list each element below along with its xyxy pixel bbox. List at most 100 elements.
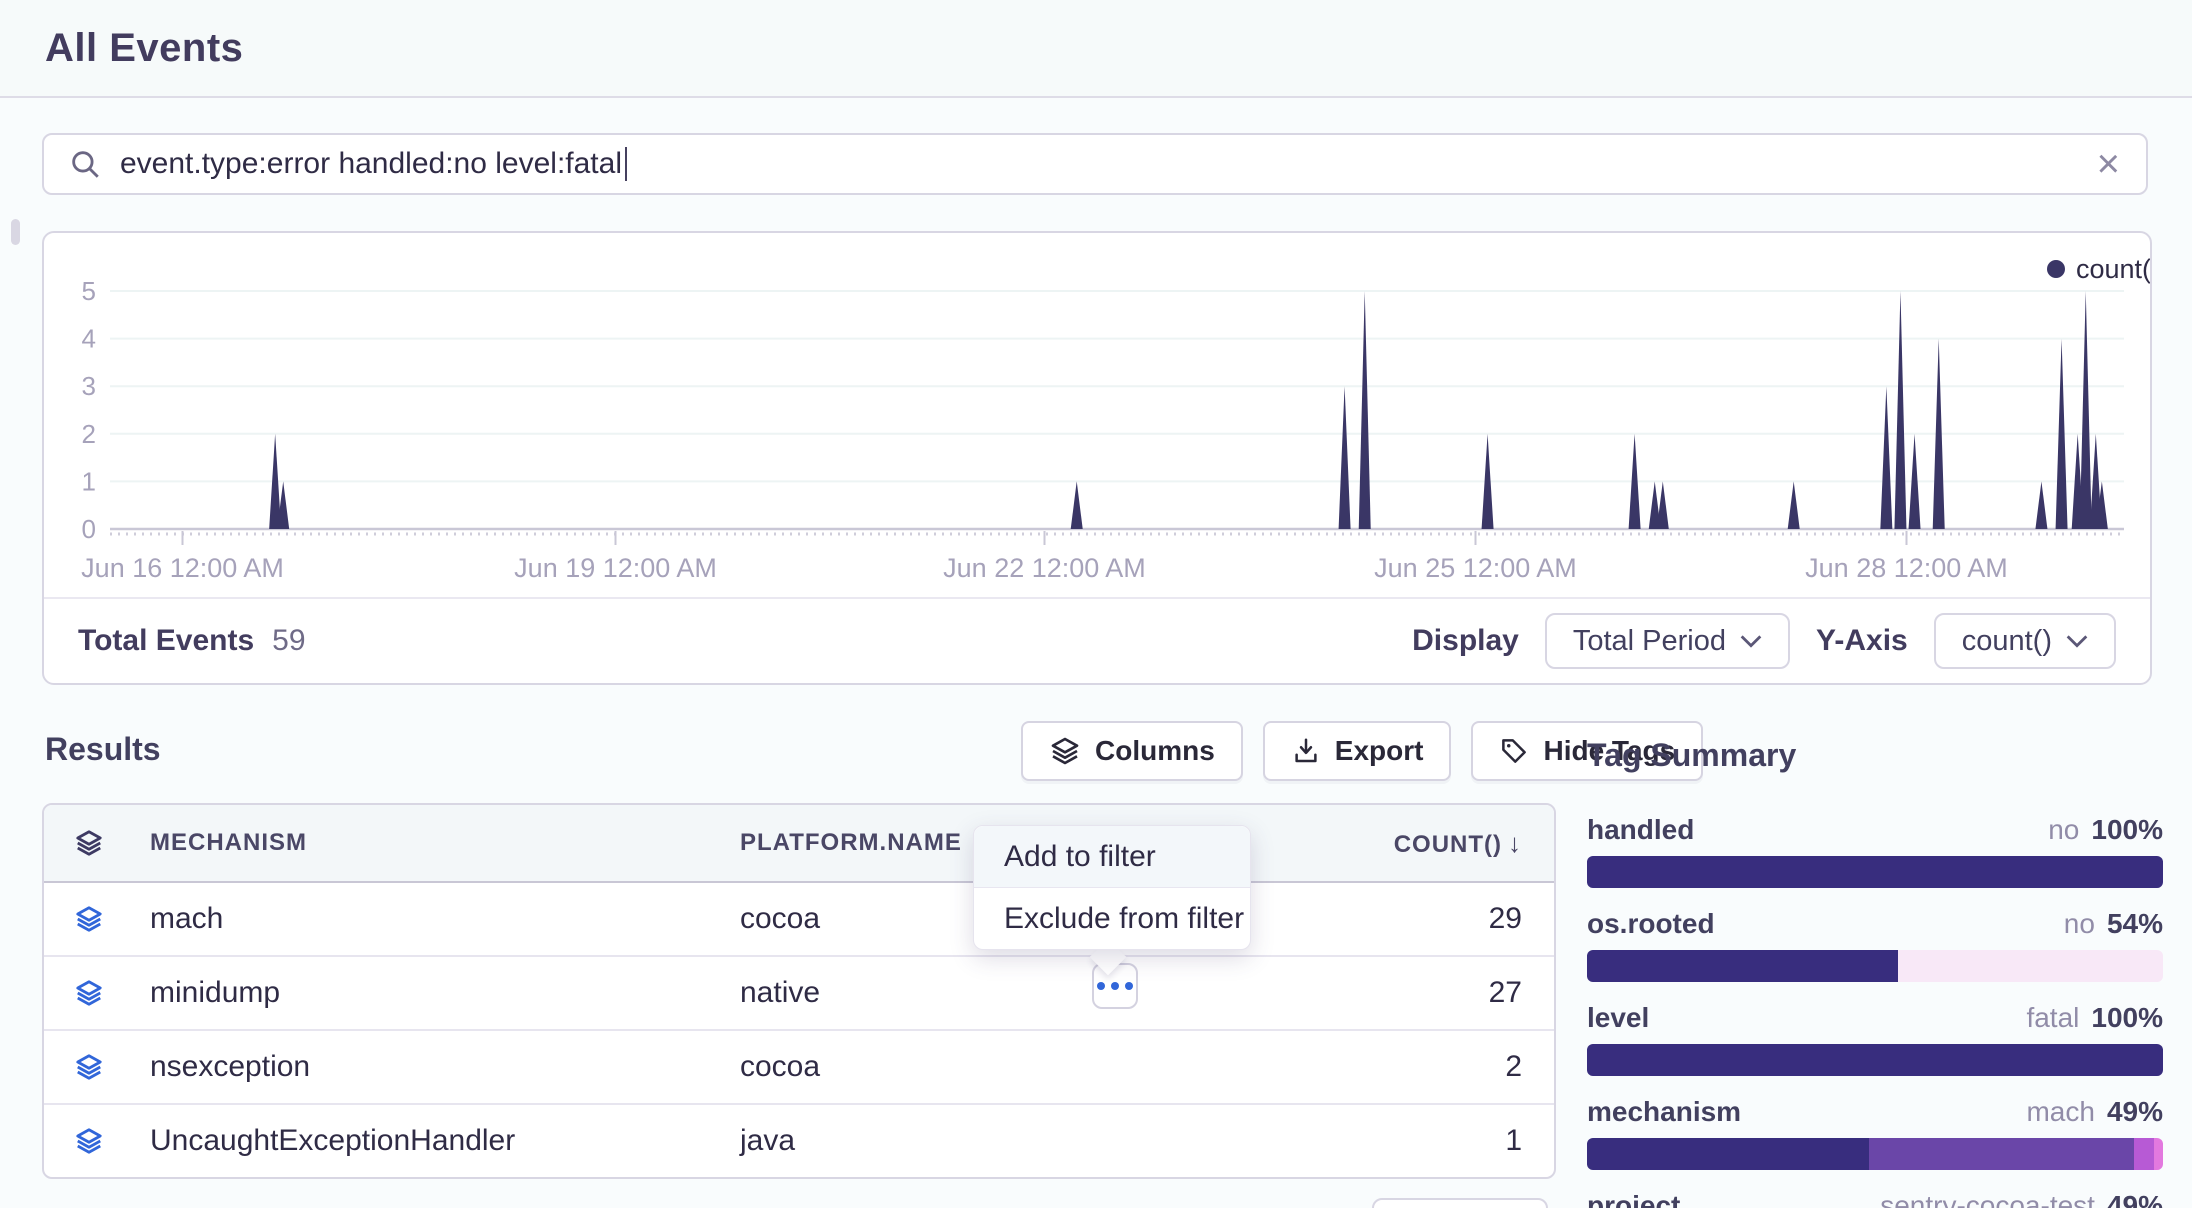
cell-mechanism[interactable]: nsexception: [138, 1050, 740, 1084]
page-header: All Events: [0, 0, 2192, 98]
tag-bar-segment[interactable]: [1898, 950, 2163, 982]
stack-icon: [1049, 735, 1081, 767]
x-axis-tick-label: Jun 16 12:00 AM: [81, 553, 284, 583]
download-icon: [1291, 736, 1321, 766]
tag-label-row: mechanismmach49%: [1587, 1096, 2163, 1128]
tag-summary-item-mechanism: mechanismmach49%: [1587, 1096, 2163, 1170]
dot: [1125, 982, 1133, 990]
y-axis-tick-label: 3: [82, 371, 96, 401]
tag-summary-item-level: levelfatal100%: [1587, 1002, 2163, 1076]
columns-button-label: Columns: [1095, 735, 1215, 767]
tag-top-percent: 100%: [2091, 1002, 2163, 1034]
total-events-label: Total Events: [78, 624, 254, 658]
tag-summary-item-handled: handledno100%: [1587, 814, 2163, 888]
tag-top-value: no: [2064, 908, 2095, 940]
sort-desc-icon: ↓: [1508, 828, 1522, 858]
cell-mechanism[interactable]: UncaughtExceptionHandler: [138, 1124, 740, 1158]
clear-search-icon[interactable]: ×: [2097, 144, 2120, 184]
text-caret: [625, 147, 627, 181]
tag-summary-title: Tag Summary: [1587, 737, 2163, 774]
y-axis-tick-label: 4: [82, 324, 96, 354]
drag-handle[interactable]: [11, 219, 20, 245]
chart-spike: [2080, 291, 2092, 529]
yaxis-dropdown[interactable]: count(): [1934, 613, 2116, 669]
export-button-label: Export: [1335, 735, 1424, 767]
tag-bar-segment[interactable]: [1587, 1138, 1869, 1170]
tag-bar-segment[interactable]: [1587, 950, 1898, 982]
tag-bar-segment[interactable]: [1587, 856, 2163, 888]
display-dropdown[interactable]: Total Period: [1545, 613, 1790, 669]
tag-name: os.rooted: [1587, 908, 1715, 940]
search-input[interactable]: event.type:error handled:no level:fatal: [120, 147, 622, 181]
tag-name: project: [1587, 1190, 1680, 1208]
tag-bar-segment[interactable]: [2134, 1138, 2154, 1170]
search-icon: [68, 147, 102, 181]
tag-bar-segment[interactable]: [1587, 1044, 2163, 1076]
tag-distribution-bar[interactable]: [1587, 1138, 2163, 1170]
cell-platform[interactable]: cocoa: [740, 1050, 1312, 1084]
stack-icon: [44, 978, 138, 1008]
table-row[interactable]: UncaughtExceptionHandlerjava1: [44, 1103, 1554, 1177]
stack-icon: [44, 828, 138, 858]
x-axis-tick-label: Jun 22 12:00 AM: [943, 553, 1146, 583]
tag-distribution-bar[interactable]: [1587, 856, 2163, 888]
chart-controls: Display Total Period Y-Axis count(): [1412, 613, 2116, 669]
menu-item-add-to-filter[interactable]: Add to filter: [974, 826, 1250, 887]
all-events-page: All Events event.type:error handled:no l…: [0, 0, 2192, 1208]
yaxis-label: Y-Axis: [1816, 624, 1908, 658]
tag-summary-list: handledno100%os.rootedno54%levelfatal100…: [1587, 814, 2163, 1208]
tag-name: mechanism: [1587, 1096, 1741, 1128]
tag-top-percent: 100%: [2091, 814, 2163, 846]
tag-label-row: os.rootedno54%: [1587, 908, 2163, 940]
table-row[interactable]: minidumpnative27: [44, 955, 1554, 1029]
column-header-mechanism[interactable]: MECHANISM: [138, 829, 740, 857]
cell-count: 2: [1312, 1050, 1554, 1084]
cell-platform[interactable]: native: [740, 976, 1312, 1010]
tag-label-row: handledno100%: [1587, 814, 2163, 846]
chart-spike: [1788, 481, 1800, 529]
tag-top-percent: 49%: [2107, 1190, 2163, 1208]
tag-bar-segment[interactable]: [2154, 1138, 2163, 1170]
stack-icon: [44, 1126, 138, 1156]
menu-item-exclude-from-filter[interactable]: Exclude from filter: [974, 888, 1250, 949]
chart-spike: [1880, 386, 1892, 529]
table-row[interactable]: nsexceptioncocoa2: [44, 1029, 1554, 1103]
export-button[interactable]: Export: [1263, 721, 1452, 781]
yaxis-dropdown-value: count(): [1962, 625, 2052, 658]
events-chart-card: 012345Jun 16 12:00 AMJun 19 12:00 AMJun …: [42, 231, 2152, 685]
tag-distribution-bar[interactable]: [1587, 1044, 2163, 1076]
tag-icon: [1499, 736, 1529, 766]
tag-top-value: no: [2048, 814, 2079, 846]
y-axis-tick-label: 1: [82, 466, 96, 496]
x-axis-tick-label: Jun 25 12:00 AM: [1374, 553, 1577, 583]
columns-button[interactable]: Columns: [1021, 721, 1243, 781]
cell-count: 1: [1312, 1124, 1554, 1158]
tag-distribution-bar[interactable]: [1587, 950, 2163, 982]
legend-label: count(): [2076, 254, 2150, 284]
cell-mechanism[interactable]: minidump: [138, 976, 740, 1010]
tag-name: level: [1587, 1002, 1649, 1034]
table-header-row: MECHANISM PLATFORM.NAME COUNT()↓: [44, 805, 1554, 883]
chart-spike: [2035, 481, 2047, 529]
search-bar[interactable]: event.type:error handled:no level:fatal …: [42, 133, 2148, 195]
dot: [1111, 982, 1119, 990]
cell-context-menu: Add to filterExclude from filter: [973, 825, 1251, 950]
display-dropdown-value: Total Period: [1573, 625, 1726, 658]
cell-platform[interactable]: java: [740, 1124, 1312, 1158]
y-axis-tick-label: 0: [82, 514, 96, 544]
tag-bar-segment[interactable]: [1869, 1138, 2134, 1170]
y-axis-tick-label: 5: [82, 276, 96, 306]
table-body: machcocoa29minidumpnative27nsexceptionco…: [44, 883, 1554, 1177]
table-row[interactable]: machcocoa29: [44, 883, 1554, 955]
column-header-count[interactable]: COUNT()↓: [1312, 828, 1554, 859]
display-label: Display: [1412, 624, 1519, 658]
cell-mechanism[interactable]: mach: [138, 902, 740, 936]
tag-summary-item-project: projectsentry-cocoa-test49%: [1587, 1190, 2163, 1208]
x-axis-tick-label: Jun 19 12:00 AM: [514, 553, 717, 583]
chevron-down-icon: [2066, 634, 2088, 648]
pagination-buttons[interactable]: [1372, 1198, 1548, 1208]
tag-summary-panel: Tag Summary handledno100%os.rootedno54%l…: [1587, 737, 2163, 1208]
tag-label-row: levelfatal100%: [1587, 1002, 2163, 1034]
events-chart[interactable]: 012345Jun 16 12:00 AMJun 19 12:00 AMJun …: [44, 233, 2150, 601]
cell-actions-button[interactable]: [1092, 963, 1138, 1009]
